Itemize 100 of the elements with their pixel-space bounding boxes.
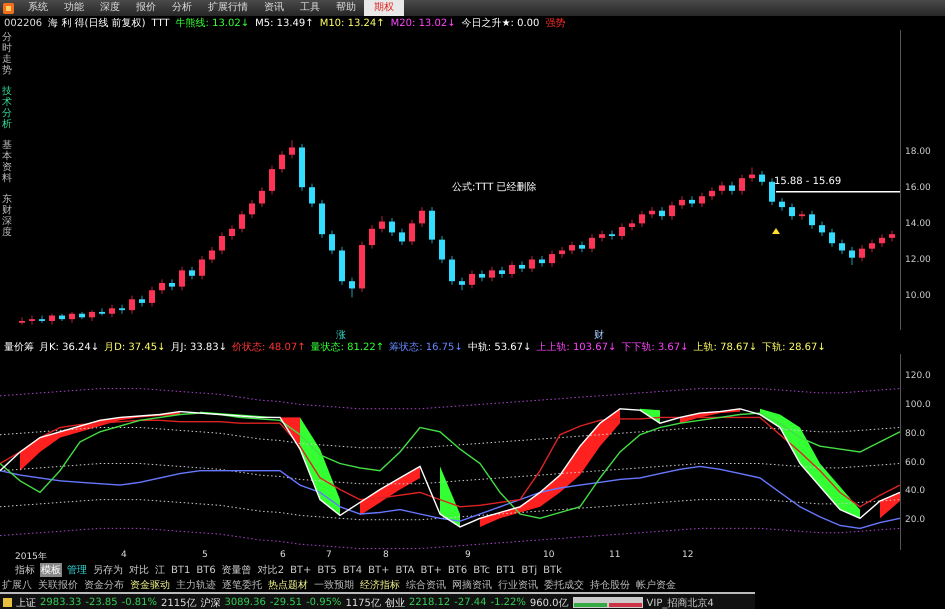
template-tab[interactable]: BT5 bbox=[316, 564, 338, 576]
extension-tab[interactable]: 扩展八 bbox=[2, 578, 32, 592]
extension-tab[interactable]: 热点题材 bbox=[268, 578, 308, 592]
side-tab[interactable]: 基本资料 bbox=[0, 138, 14, 186]
template-tab[interactable]: 江 bbox=[154, 563, 166, 577]
axis-label: 18.00 bbox=[904, 146, 931, 158]
template-tab[interactable]: 指标 bbox=[14, 563, 36, 577]
candlestick bbox=[419, 206, 425, 228]
candlestick bbox=[699, 192, 705, 208]
candlestick bbox=[779, 198, 785, 212]
template-tab[interactable]: BT1 bbox=[170, 564, 192, 576]
menu-item[interactable]: 资讯 bbox=[256, 0, 292, 16]
template-tab[interactable]: 资量曾 bbox=[220, 563, 253, 577]
template-tab[interactable]: BTk bbox=[542, 564, 563, 576]
template-tab[interactable]: 另存为 bbox=[92, 563, 124, 577]
extension-tab[interactable]: 经济指标 bbox=[360, 578, 400, 592]
template-tab[interactable]: BT6 bbox=[446, 564, 468, 576]
template-tab[interactable]: BT6 bbox=[195, 564, 217, 576]
axis-label: 9 bbox=[465, 550, 471, 560]
side-tab[interactable]: 东财深度 bbox=[0, 192, 14, 240]
candlestick bbox=[149, 286, 155, 307]
template-tab[interactable]: 对比2 bbox=[256, 563, 286, 577]
candlestick bbox=[869, 239, 875, 253]
extension-tab[interactable]: 综合资讯 bbox=[406, 578, 446, 592]
menu-item[interactable]: 扩展行情 bbox=[200, 0, 256, 16]
candlestick bbox=[609, 230, 615, 240]
event-marker: 涨 bbox=[336, 328, 346, 342]
candlestick bbox=[559, 246, 565, 258]
template-tab[interactable]: BT4 bbox=[342, 564, 364, 576]
side-tab[interactable]: 技术分析 bbox=[0, 84, 14, 132]
candlestick bbox=[349, 277, 355, 298]
candlestick bbox=[789, 203, 795, 220]
menu-item[interactable]: 分析 bbox=[164, 0, 200, 16]
index-percent: -0.95% bbox=[306, 597, 342, 608]
extension-tab[interactable]: 行业资讯 bbox=[498, 578, 538, 592]
extension-tab[interactable]: 关联报价 bbox=[38, 578, 78, 592]
menu-item[interactable]: 系统 bbox=[20, 0, 56, 16]
candlestick bbox=[229, 224, 235, 240]
candlestick bbox=[399, 228, 405, 246]
indicator-reading: M20: 13.02↓ bbox=[390, 18, 456, 28]
template-tab[interactable]: BTc bbox=[472, 564, 491, 576]
candlestick bbox=[539, 256, 545, 268]
candlestick bbox=[389, 218, 395, 236]
extension-tab[interactable]: 主力轨迹 bbox=[176, 578, 216, 592]
candlestick bbox=[39, 315, 45, 324]
extension-tab[interactable]: 帐户资金 bbox=[636, 578, 676, 592]
template-tab[interactable]: BTj bbox=[520, 564, 538, 576]
candlestick bbox=[29, 315, 35, 325]
candlestick bbox=[829, 228, 835, 248]
index-percent: -0.81% bbox=[122, 597, 157, 608]
triangle-marker-icon bbox=[772, 228, 780, 234]
template-tab[interactable]: BT+ bbox=[289, 564, 312, 576]
axis-label: 16.00 bbox=[904, 183, 931, 194]
indicator-reading: 月D: 37.45↓ bbox=[104, 341, 166, 354]
menu-item[interactable]: 功能 bbox=[56, 0, 92, 16]
template-tab[interactable]: BT+ bbox=[420, 564, 443, 576]
menu-item[interactable]: 报价 bbox=[128, 0, 164, 16]
template-tab[interactable]: 模板 bbox=[40, 563, 62, 577]
extension-tab[interactable]: 资金驱动 bbox=[130, 578, 170, 592]
extension-tab[interactable]: 网摘资讯 bbox=[452, 578, 492, 592]
menu-item[interactable]: 期权 bbox=[364, 0, 404, 16]
candlestick bbox=[289, 140, 295, 159]
candlestick bbox=[629, 219, 635, 231]
index-value: 2983.33 bbox=[40, 597, 82, 608]
template-tab[interactable]: 对比 bbox=[128, 563, 150, 577]
candlestick bbox=[729, 181, 735, 195]
extension-tab[interactable]: 逐笔委托 bbox=[222, 578, 262, 592]
side-tab[interactable]: 分时走势 bbox=[0, 30, 14, 78]
candlestick bbox=[599, 230, 605, 242]
extension-tab[interactable]: 持仓股份 bbox=[590, 578, 630, 592]
candlestick bbox=[279, 150, 285, 174]
index-change: -27.44 bbox=[454, 597, 487, 608]
indicator-reading: 上上轨: 103.67↓ bbox=[536, 340, 616, 354]
template-tab[interactable]: 管理 bbox=[66, 563, 88, 577]
extension-tab[interactable]: 委托成交 bbox=[544, 578, 584, 592]
axis-label: 20.0 bbox=[904, 515, 926, 526]
candlestick bbox=[219, 232, 225, 254]
candlestick bbox=[69, 312, 75, 324]
candlestick bbox=[379, 216, 385, 233]
extension-tab[interactable]: 资金分布 bbox=[84, 578, 124, 592]
axis-label: 12.00 bbox=[904, 255, 931, 266]
template-tab[interactable]: BT1 bbox=[495, 564, 516, 576]
extension-tab[interactable]: 一致预期 bbox=[314, 578, 354, 592]
menu-item[interactable]: 工具 bbox=[292, 0, 328, 16]
candlestick bbox=[739, 174, 745, 195]
menu-item[interactable]: 深度 bbox=[92, 0, 128, 16]
template-tab[interactable]: BTA bbox=[394, 564, 416, 576]
candlestick bbox=[659, 206, 665, 220]
index-volume: 1175亿 bbox=[345, 596, 381, 609]
axis-label: 11 bbox=[609, 550, 620, 560]
stock-name: 海 利 得(日线 前复权) bbox=[48, 16, 146, 30]
candlestick bbox=[329, 230, 335, 254]
template-tab[interactable]: BT+ bbox=[367, 564, 390, 576]
axis-label: 8 bbox=[383, 550, 389, 560]
indicator-reading: 量状态: 81.22↑ bbox=[310, 340, 384, 354]
candlestick bbox=[589, 234, 595, 253]
axis-label: 80.0 bbox=[904, 428, 926, 440]
index-volume: 2115亿 bbox=[161, 596, 196, 609]
menu-item[interactable]: 帮助 bbox=[328, 0, 364, 16]
indicator-reading: 月J: 33.83↓ bbox=[170, 341, 227, 354]
